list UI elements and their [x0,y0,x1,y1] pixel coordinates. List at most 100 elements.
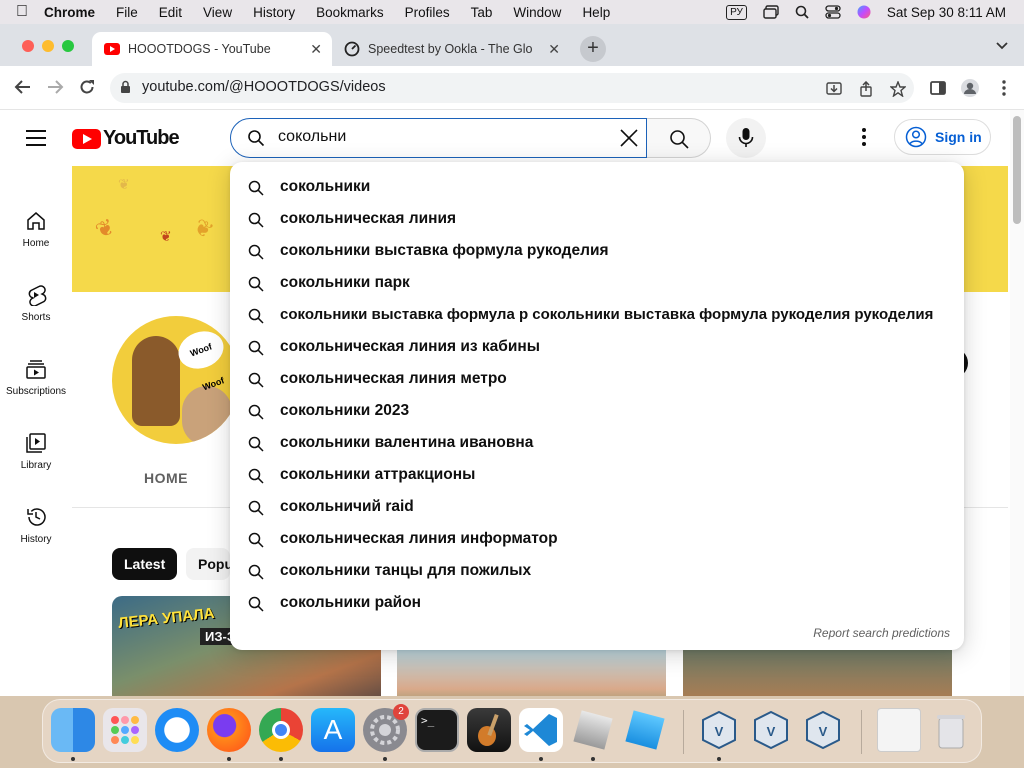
voice-search-button[interactable] [726,118,766,158]
control-center-icon[interactable] [825,5,841,19]
virtualbox-icon[interactable]: V [749,708,793,752]
menu-file[interactable]: File [116,5,138,20]
sidebar-item-history[interactable]: History [0,506,72,545]
youtube-page: YouTube сокольни Sign in Home Shorts Sub… [0,110,1024,696]
sidebar-item-library[interactable]: Library [0,432,72,471]
suggestion-item[interactable]: сокольники [230,172,964,204]
suggestion-text: сокольники выставка формула рукоделия [280,242,609,259]
screen-mirroring-icon[interactable] [763,5,779,19]
bookmark-star-icon[interactable] [890,81,906,97]
virtualbox-icon[interactable]: V [801,708,845,752]
menu-profiles[interactable]: Profiles [405,5,450,20]
search-suggestions-dropdown: сокольники сокольническая линия сокольни… [230,162,964,650]
close-tab-icon[interactable]: ✕ [310,41,322,58]
siri-icon[interactable] [857,5,871,19]
side-panel-icon[interactable] [928,78,948,98]
svg-text:V: V [819,724,828,739]
search-icon [248,340,264,356]
suggestion-item[interactable]: сокольники валентина ивановна [230,428,964,460]
app-store-icon[interactable]: A [311,708,355,752]
menu-view[interactable]: View [203,5,232,20]
menu-edit[interactable]: Edit [159,5,182,20]
suggestion-item[interactable]: сокольничий raid [230,492,964,524]
firefox-icon[interactable] [207,708,251,752]
tab-title: HOOOTDOGS - YouTube [128,42,271,56]
finder-icon[interactable] [51,708,95,752]
suggestion-text: сокольники парк [280,274,410,291]
settings-kebab-icon[interactable] [862,128,866,149]
chip-popular[interactable]: Popular [186,548,230,580]
profile-avatar-icon[interactable] [960,78,980,98]
menu-window[interactable]: Window [513,5,561,20]
sign-in-button[interactable]: Sign in [894,119,991,155]
forward-arrow-icon[interactable] [46,78,64,96]
suggestion-item[interactable]: сокольники танцы для пожилых [230,556,964,588]
guide-menu-icon[interactable] [26,130,46,151]
back-arrow-icon[interactable] [14,78,32,96]
scrollbar-thumb[interactable] [1013,116,1021,224]
new-tab-button[interactable]: + [580,36,606,62]
menu-clock[interactable]: Sat Sep 30 8:11 AM [887,5,1006,20]
tab-search-chevron-icon[interactable] [996,38,1008,53]
suggestion-item[interactable]: сокольническая линия из кабины [230,332,964,364]
minimize-window-button[interactable] [42,40,54,52]
share-icon[interactable] [858,81,874,97]
svg-text:V: V [715,724,724,739]
sidebar-item-home[interactable]: Home [0,210,72,249]
suggestion-item[interactable]: сокольническая линия информатор [230,524,964,556]
vscode-icon[interactable] [519,708,563,752]
tab-speedtest[interactable]: Speedtest by Ookla - The Glo ✕ [332,32,570,66]
suggestion-item[interactable]: сокольники парк [230,268,964,300]
window-preview-icon[interactable] [877,708,921,752]
clear-search-icon[interactable] [618,127,640,149]
safari-icon[interactable] [155,708,199,752]
search-input[interactable]: сокольни [230,118,647,158]
launchpad-icon[interactable] [103,708,147,752]
page-scrollbar[interactable] [1010,110,1024,696]
chrome-menu-icon[interactable] [994,78,1014,98]
sidebar-item-shorts[interactable]: Shorts [0,284,72,323]
menu-app-name[interactable]: Chrome [44,5,95,20]
leaf-icon: ❦ [118,176,130,192]
garageband-icon[interactable] [467,708,511,752]
tab-home[interactable]: HOME [144,470,188,486]
suggestion-item[interactable]: сокольники район [230,588,964,620]
zoom-window-button[interactable] [62,40,74,52]
suggestion-item[interactable]: сокольническая линия [230,204,964,236]
roblox-icon[interactable] [623,708,667,752]
report-predictions-link[interactable]: Report search predictions [813,626,950,640]
suggestion-item[interactable]: сокольники 2023 [230,396,964,428]
lock-icon[interactable] [120,80,131,94]
suggestion-item[interactable]: сокольники выставка формула рукоделия [230,236,964,268]
reload-icon[interactable] [78,78,96,96]
search-query-text: сокольни [278,128,347,145]
virtualbox-icon[interactable]: V [697,708,741,752]
sidebar-item-subscriptions[interactable]: Subscriptions [0,358,72,397]
terminal-icon[interactable]: >_ [415,708,459,752]
menu-help[interactable]: Help [582,5,610,20]
search-button[interactable] [647,118,711,158]
chip-latest[interactable]: Latest [112,548,178,580]
tab-youtube[interactable]: HOOOTDOGS - YouTube ✕ [92,32,332,66]
search-icon [248,130,265,147]
roblox-studio-icon[interactable] [571,708,615,752]
chrome-icon[interactable] [259,708,303,752]
menu-tab[interactable]: Tab [471,5,493,20]
keyboard-layout-indicator[interactable]: РУ [726,4,747,20]
install-app-icon[interactable] [826,81,842,97]
menu-bookmarks[interactable]: Bookmarks [316,5,384,20]
channel-avatar[interactable]: Woof Woof [112,316,240,444]
spotlight-search-icon[interactable] [795,5,809,19]
suggestion-item[interactable]: сокольники выставка формула р сокольники… [230,300,964,332]
suggestion-text: сокольничий raid [280,498,414,515]
apple-menu-icon[interactable]:  [0,3,44,21]
close-tab-icon[interactable]: ✕ [548,41,560,58]
close-window-button[interactable] [22,40,34,52]
menu-history[interactable]: History [253,5,295,20]
address-bar[interactable]: youtube.com/@HOOOTDOGS/videos [110,73,914,103]
suggestion-item[interactable]: сокольники аттракционы [230,460,964,492]
search-icon [248,212,264,228]
youtube-logo[interactable]: YouTube [72,127,180,150]
suggestion-item[interactable]: сокольническая линия метро [230,364,964,396]
trash-icon[interactable] [929,708,973,752]
